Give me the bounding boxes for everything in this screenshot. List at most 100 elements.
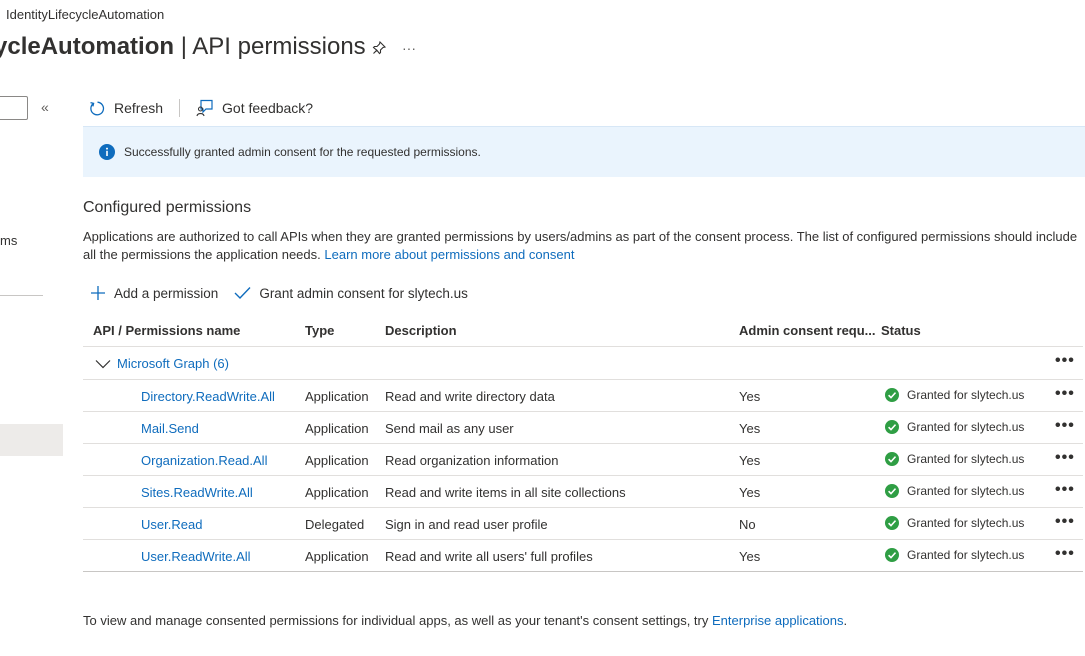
info-banner: Successfully granted admin consent for t… (83, 126, 1085, 177)
learn-more-link[interactable]: Learn more about permissions and consent (324, 247, 574, 262)
grant-consent-button[interactable]: Grant admin consent for slytech.us (234, 286, 468, 301)
permission-type: Application (305, 549, 369, 564)
permission-type: Application (305, 453, 369, 468)
more-icon[interactable]: ••• (1055, 385, 1075, 403)
status-text: Granted for slytech.us (907, 388, 1025, 402)
admin-consent-required: Yes (739, 549, 761, 564)
nav-search-input[interactable] (0, 96, 28, 120)
admin-consent-required: Yes (739, 453, 761, 468)
add-permission-button[interactable]: Add a permission (90, 285, 218, 301)
feedback-icon (196, 99, 214, 117)
permissions-table: API / Permissions name Type Description … (83, 315, 1083, 572)
permission-type: Application (305, 421, 369, 436)
table-row[interactable]: User.ReadWrite.All Application Read and … (83, 540, 1083, 572)
success-check-icon (885, 420, 899, 434)
header-status[interactable]: Status (881, 323, 921, 338)
header-admin-consent[interactable]: Admin consent requ... (739, 323, 876, 338)
table-row[interactable]: Mail.Send Application Send mail as any u… (83, 412, 1083, 444)
status-text: Granted for slytech.us (907, 516, 1025, 530)
status-badge: Granted for slytech.us (885, 548, 1024, 562)
admin-consent-required: Yes (739, 421, 761, 436)
permission-name-link[interactable]: Sites.ReadWrite.All (141, 485, 253, 500)
permission-type: Application (305, 485, 369, 500)
app-name: ycleAutomation (0, 33, 175, 60)
status-text: Granted for slytech.us (907, 452, 1025, 466)
more-icon[interactable]: ••• (1055, 417, 1075, 435)
page-name: API permissions (192, 33, 366, 60)
nav-item-fragment[interactable]: ms (0, 233, 17, 248)
group-row-microsoft-graph[interactable]: Microsoft Graph (6) ••• (83, 347, 1083, 380)
header-description[interactable]: Description (385, 323, 457, 338)
admin-consent-required: No (739, 517, 756, 532)
table-row[interactable]: Organization.Read.All Application Read o… (83, 444, 1083, 476)
section-description: Applications are authorized to call APIs… (83, 228, 1079, 263)
permission-rows: Directory.ReadWrite.All Application Read… (83, 380, 1083, 572)
description-text: Applications are authorized to call APIs… (83, 229, 1078, 262)
checkmark-icon (234, 286, 251, 300)
nav-item-selected[interactable] (0, 424, 63, 456)
admin-consent-required: Yes (739, 389, 761, 404)
permission-name-link[interactable]: Mail.Send (141, 421, 199, 436)
status-badge: Granted for slytech.us (885, 388, 1024, 402)
admin-consent-required: Yes (739, 485, 761, 500)
permission-type: Application (305, 389, 369, 404)
footer-end: . (843, 613, 848, 628)
permission-description: Read and write directory data (385, 389, 555, 404)
header-type[interactable]: Type (305, 323, 334, 338)
more-icon[interactable]: ••• (1055, 352, 1075, 370)
group-label: Microsoft Graph (6) (117, 356, 229, 371)
table-row[interactable]: User.Read Delegated Sign in and read use… (83, 508, 1083, 540)
breadcrumb[interactable]: IdentityLifecycleAutomation (6, 7, 164, 22)
page-title: ycleAutomation | API permissions (0, 33, 366, 61)
plus-icon (90, 285, 106, 301)
status-text: Granted for slytech.us (907, 484, 1025, 498)
group-toggle[interactable]: Microsoft Graph (6) (95, 356, 229, 371)
refresh-icon (89, 100, 106, 117)
grant-consent-label: Grant admin consent for slytech.us (259, 285, 468, 301)
permission-description: Sign in and read user profile (385, 517, 548, 532)
success-check-icon (885, 548, 899, 562)
table-header: API / Permissions name Type Description … (83, 315, 1083, 347)
toolbar-separator (179, 99, 181, 117)
status-badge: Granted for slytech.us (885, 420, 1024, 434)
feedback-label: Got feedback? (222, 100, 314, 116)
section-title: Configured permissions (83, 199, 252, 216)
permission-description: Read and write items in all site collect… (385, 485, 626, 500)
permission-name-link[interactable]: User.Read (141, 517, 202, 532)
add-permission-label: Add a permission (114, 285, 219, 301)
collapse-nav-icon[interactable]: « (41, 99, 49, 115)
enterprise-applications-link[interactable]: Enterprise applications (712, 613, 844, 628)
permission-name-link[interactable]: Organization.Read.All (141, 453, 267, 468)
permission-description: Read organization information (385, 453, 559, 468)
info-icon (99, 144, 115, 160)
permission-actions: Add a permission Grant admin consent for… (90, 285, 468, 301)
refresh-button[interactable]: Refresh (89, 100, 163, 117)
header-name[interactable]: API / Permissions name (93, 323, 240, 338)
banner-message: Successfully granted admin consent for t… (124, 145, 481, 159)
more-icon[interactable]: ••• (1055, 513, 1075, 531)
footer-text: To view and manage consented permissions… (83, 613, 709, 628)
success-check-icon (885, 452, 899, 466)
status-text: Granted for slytech.us (907, 548, 1025, 562)
more-options-icon[interactable]: ··· (402, 40, 416, 56)
permission-name-link[interactable]: User.ReadWrite.All (141, 549, 251, 564)
permission-type: Delegated (305, 517, 365, 532)
table-row[interactable]: Sites.ReadWrite.All Application Read and… (83, 476, 1083, 508)
status-badge: Granted for slytech.us (885, 484, 1024, 498)
status-badge: Granted for slytech.us (885, 452, 1024, 466)
command-bar: Refresh Got feedback? (89, 97, 313, 119)
nav-divider (0, 295, 43, 296)
more-icon[interactable]: ••• (1055, 449, 1075, 467)
status-text: Granted for slytech.us (907, 420, 1025, 434)
permission-description: Send mail as any user (385, 421, 514, 436)
more-icon[interactable]: ••• (1055, 545, 1075, 563)
success-check-icon (885, 516, 899, 530)
more-icon[interactable]: ••• (1055, 481, 1075, 499)
pin-icon[interactable] (372, 41, 386, 55)
feedback-button[interactable]: Got feedback? (196, 99, 313, 117)
permission-description: Read and write all users' full profiles (385, 549, 593, 564)
table-row[interactable]: Directory.ReadWrite.All Application Read… (83, 380, 1083, 412)
title-separator: | (174, 33, 193, 60)
permission-name-link[interactable]: Directory.ReadWrite.All (141, 389, 275, 404)
chevron-down-icon (95, 359, 111, 369)
